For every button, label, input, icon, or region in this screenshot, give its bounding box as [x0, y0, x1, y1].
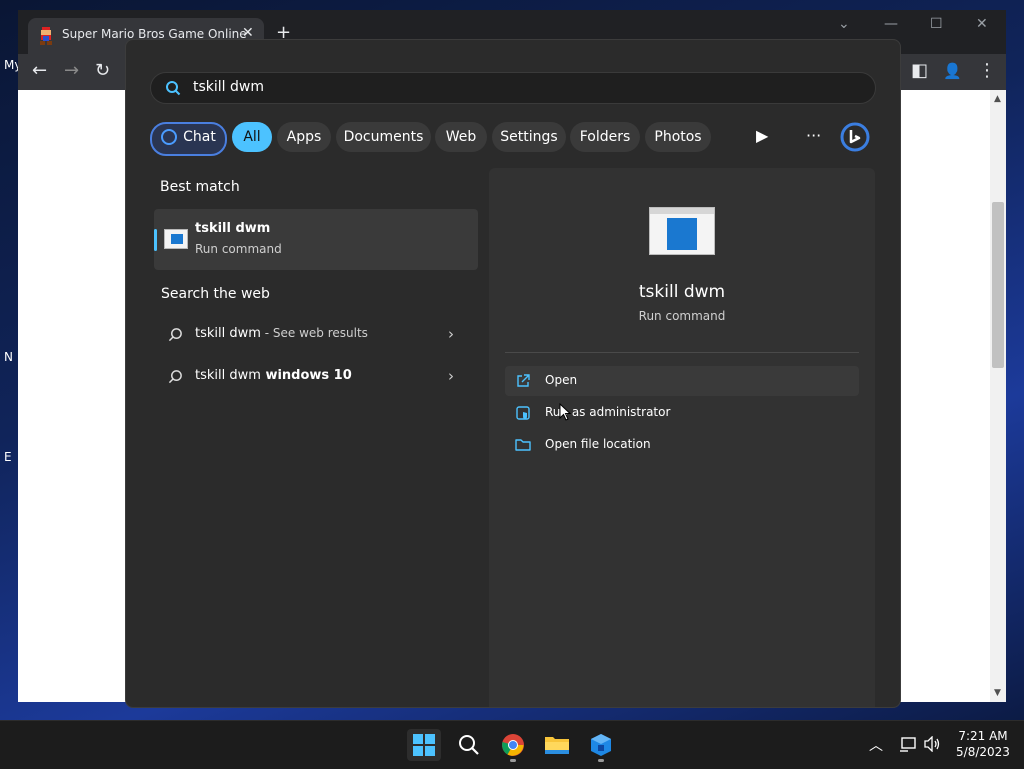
running-indicator: [510, 759, 516, 762]
profile-icon[interactable]: 👤: [943, 62, 962, 80]
folder-icon: [515, 439, 531, 451]
result-type: Run command: [195, 242, 282, 256]
mario-favicon-icon: [40, 27, 52, 45]
filter-label: Chat: [183, 129, 216, 145]
open-file-location-action[interactable]: Open file location: [505, 430, 859, 460]
divider: [505, 352, 859, 353]
detail-title: tskill dwm: [638, 282, 726, 302]
admin-shield-icon: [516, 406, 530, 420]
show-hidden-icons-icon[interactable]: ︿: [869, 735, 883, 755]
result-name: tskill dwm: [195, 221, 271, 236]
taskbar-file-explorer-button[interactable]: [540, 729, 574, 761]
clock-date: 5/8/2023: [956, 745, 1010, 759]
open-external-icon: [517, 374, 530, 387]
web-result-row[interactable]: tskill dwm windows 10 ›: [154, 358, 478, 396]
web-result-text: tskill dwm - See web results: [195, 326, 368, 341]
start-search-panel: tskill dwm Chat All Apps Documents Web S…: [125, 39, 901, 708]
bing-chat-icon: [161, 129, 178, 145]
run-command-icon: [164, 229, 188, 249]
taskbar: ︿ 7:21 AM 5/8/2023: [0, 720, 1024, 769]
web-query: tskill dwm: [195, 368, 261, 383]
desktop-icon-label[interactable]: N: [4, 350, 13, 364]
chrome-icon: [502, 734, 524, 756]
detail-subtitle: Run command: [638, 309, 726, 323]
selection-accent: [154, 229, 157, 251]
result-detail-pane: tskill dwm Run command Open Run as admin…: [489, 168, 875, 707]
mouse-cursor-icon: [559, 403, 571, 421]
web-suffix: - See web results: [260, 326, 368, 340]
side-panel-icon[interactable]: ◧: [911, 62, 928, 80]
action-label: Open file location: [545, 437, 651, 451]
scroll-up-icon[interactable]: ▲: [994, 94, 1001, 104]
chevron-right-icon[interactable]: ›: [448, 325, 454, 343]
running-indicator: [598, 759, 604, 762]
search-icon: [459, 735, 479, 755]
menu-icon[interactable]: ⋮: [978, 62, 996, 80]
filter-chat[interactable]: Chat: [150, 122, 227, 156]
close-window-button[interactable]: ✕: [976, 16, 988, 32]
reload-icon[interactable]: ↻: [95, 62, 110, 80]
chevron-right-icon[interactable]: ›: [448, 367, 454, 385]
file-explorer-icon: [545, 737, 569, 754]
search-icon: [166, 81, 181, 96]
filter-photos[interactable]: Photos: [645, 122, 711, 152]
scroll-thumb[interactable]: [992, 202, 1004, 368]
filter-settings[interactable]: Settings: [492, 122, 566, 152]
scroll-down-icon[interactable]: ▼: [994, 688, 1001, 698]
filter-web[interactable]: Web: [435, 122, 487, 152]
web-result-row[interactable]: tskill dwm - See web results ›: [154, 316, 478, 354]
taskbar-app-button[interactable]: [584, 729, 618, 761]
maximize-button[interactable]: ☐: [930, 16, 943, 32]
search-the-web-heading: Search the web: [161, 286, 270, 302]
action-label: Open: [545, 373, 578, 387]
tab-search-dropdown-icon[interactable]: ⌄: [838, 16, 850, 32]
forward-icon[interactable]: →: [64, 62, 79, 80]
desktop-icon-label[interactable]: E: [4, 450, 12, 464]
filter-documents[interactable]: Documents: [336, 122, 431, 152]
more-options-icon[interactable]: ···: [806, 126, 821, 145]
web-suffix: windows 10: [260, 368, 352, 383]
best-match-heading: Best match: [160, 179, 240, 195]
filter-all[interactable]: All: [232, 122, 272, 152]
clock[interactable]: 7:21 AM 5/8/2023: [948, 728, 1018, 760]
taskbar-chrome-button[interactable]: [496, 729, 530, 761]
search-query: tskill dwm: [193, 79, 264, 95]
start-button[interactable]: [407, 729, 441, 761]
scrollbar[interactable]: ▲ ▼: [990, 90, 1006, 702]
search-input[interactable]: tskill dwm: [150, 72, 876, 104]
bing-icon[interactable]: [840, 122, 870, 152]
filter-apps[interactable]: Apps: [277, 122, 331, 152]
network-icon[interactable]: [899, 737, 917, 753]
web-query: tskill dwm: [195, 326, 261, 341]
best-match-result[interactable]: tskill dwm Run command: [154, 209, 478, 270]
start-icon: [413, 734, 435, 756]
search-icon: [168, 328, 182, 342]
run-command-large-icon: [649, 207, 715, 255]
search-icon: [168, 370, 182, 384]
play-icon[interactable]: ▶: [756, 126, 768, 145]
back-icon[interactable]: ←: [32, 62, 47, 80]
open-action[interactable]: Open: [505, 366, 859, 396]
app-icon: [591, 734, 611, 756]
filter-folders[interactable]: Folders: [570, 122, 640, 152]
clock-time: 7:21 AM: [958, 729, 1008, 743]
web-result-text: tskill dwm windows 10: [195, 368, 352, 383]
volume-icon[interactable]: [923, 736, 941, 752]
taskbar-search-button[interactable]: [452, 729, 486, 761]
minimize-button[interactable]: —: [884, 16, 898, 32]
